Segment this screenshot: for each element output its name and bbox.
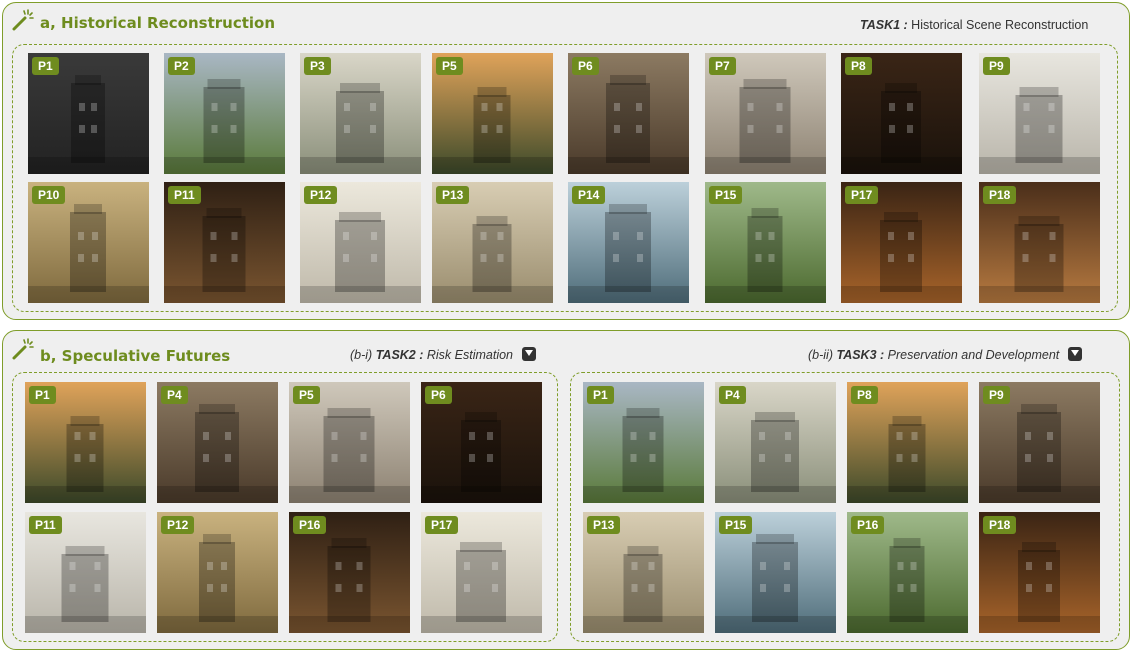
- magic-wand-icon: [12, 9, 34, 31]
- scene-tile: P13: [583, 512, 704, 633]
- scene-tile: P5: [432, 53, 553, 174]
- scene-label-badge: P6: [572, 57, 599, 75]
- scene-label-badge: P13: [587, 516, 621, 534]
- scene-tile: P8: [841, 53, 962, 174]
- scene-tile: P1: [28, 53, 149, 174]
- scene-tile: P7: [705, 53, 826, 174]
- scene-tile: P15: [705, 182, 826, 303]
- scene-label-badge: P5: [436, 57, 463, 75]
- scene-label-badge: P13: [436, 186, 470, 204]
- scene-tile: P9: [979, 53, 1100, 174]
- scene-label-badge: P15: [719, 516, 753, 534]
- task3-label: (b-ii) TASK3 : Preservation and Developm…: [808, 347, 1082, 362]
- scene-label-badge: P5: [293, 386, 320, 404]
- task1-desc: Historical Scene Reconstruction: [911, 18, 1089, 32]
- scene-label-badge: P1: [587, 386, 614, 404]
- scene-label-badge: P17: [425, 516, 459, 534]
- scene-label-badge: P8: [851, 386, 878, 404]
- scene-tile: P1: [583, 382, 704, 503]
- download-icon: [1067, 347, 1082, 361]
- scene-tile: P18: [979, 512, 1100, 633]
- scene-label-badge: P8: [845, 57, 872, 75]
- task3-desc: Preservation and Development: [887, 348, 1060, 362]
- scene-label-badge: P18: [983, 516, 1017, 534]
- scene-label-badge: P12: [304, 186, 338, 204]
- panel-a-title: a, Historical Reconstruction: [40, 14, 276, 32]
- scene-label-badge: P3: [304, 57, 331, 75]
- task2-prefix: (b-i): [350, 348, 373, 362]
- scene-tile: P4: [715, 382, 836, 503]
- scene-label-badge: P6: [425, 386, 452, 404]
- scene-label-badge: P9: [983, 57, 1010, 75]
- scene-tile: P12: [300, 182, 421, 303]
- scene-label-badge: P7: [709, 57, 736, 75]
- scene-label-badge: P2: [168, 57, 195, 75]
- scene-tile: P9: [979, 382, 1100, 503]
- scene-label-badge: P14: [572, 186, 606, 204]
- task1-name: TASK1 :: [860, 18, 908, 32]
- task2-label: (b-i) TASK2 : Risk Estimation: [350, 347, 536, 362]
- scene-tile: P13: [432, 182, 553, 303]
- scene-tile: P16: [289, 512, 410, 633]
- scene-label-badge: P4: [719, 386, 746, 404]
- scene-label-badge: P11: [168, 186, 201, 204]
- scene-tile: P3: [300, 53, 421, 174]
- task3-prefix: (b-ii): [808, 348, 833, 362]
- panel-b-title: b, Speculative Futures: [40, 347, 231, 365]
- scene-tile: P17: [841, 182, 962, 303]
- scene-label-badge: P12: [161, 516, 195, 534]
- magic-wand-icon: [12, 338, 34, 360]
- scene-label-badge: P10: [32, 186, 66, 204]
- scene-tile: P11: [164, 182, 285, 303]
- scene-tile: P11: [25, 512, 146, 633]
- scene-tile: P15: [715, 512, 836, 633]
- scene-label-badge: P16: [851, 516, 885, 534]
- scene-label-badge: P15: [709, 186, 743, 204]
- scene-label-badge: P16: [293, 516, 327, 534]
- scene-tile: P17: [421, 512, 542, 633]
- scene-label-badge: P18: [983, 186, 1017, 204]
- scene-tile: P18: [979, 182, 1100, 303]
- scene-tile: P4: [157, 382, 278, 503]
- scene-tile: P10: [28, 182, 149, 303]
- scene-label-badge: P1: [32, 57, 59, 75]
- task2-desc: Risk Estimation: [426, 348, 514, 362]
- scene-label-badge: P11: [29, 516, 62, 534]
- scene-tile: P8: [847, 382, 968, 503]
- scene-label-badge: P17: [845, 186, 879, 204]
- scene-label-badge: P4: [161, 386, 188, 404]
- download-icon: [521, 347, 536, 361]
- scene-tile: P14: [568, 182, 689, 303]
- scene-tile: P6: [421, 382, 542, 503]
- scene-label-badge: P1: [29, 386, 56, 404]
- scene-tile: P6: [568, 53, 689, 174]
- task1-label: TASK1 : Historical Scene Reconstruction: [860, 18, 1088, 32]
- scene-label-badge: P9: [983, 386, 1010, 404]
- task2-name: TASK2 :: [375, 348, 424, 362]
- task3-name: TASK3 :: [836, 348, 885, 362]
- scene-tile: P1: [25, 382, 146, 503]
- scene-tile: P2: [164, 53, 285, 174]
- scene-tile: P5: [289, 382, 410, 503]
- scene-tile: P16: [847, 512, 968, 633]
- scene-tile: P12: [157, 512, 278, 633]
